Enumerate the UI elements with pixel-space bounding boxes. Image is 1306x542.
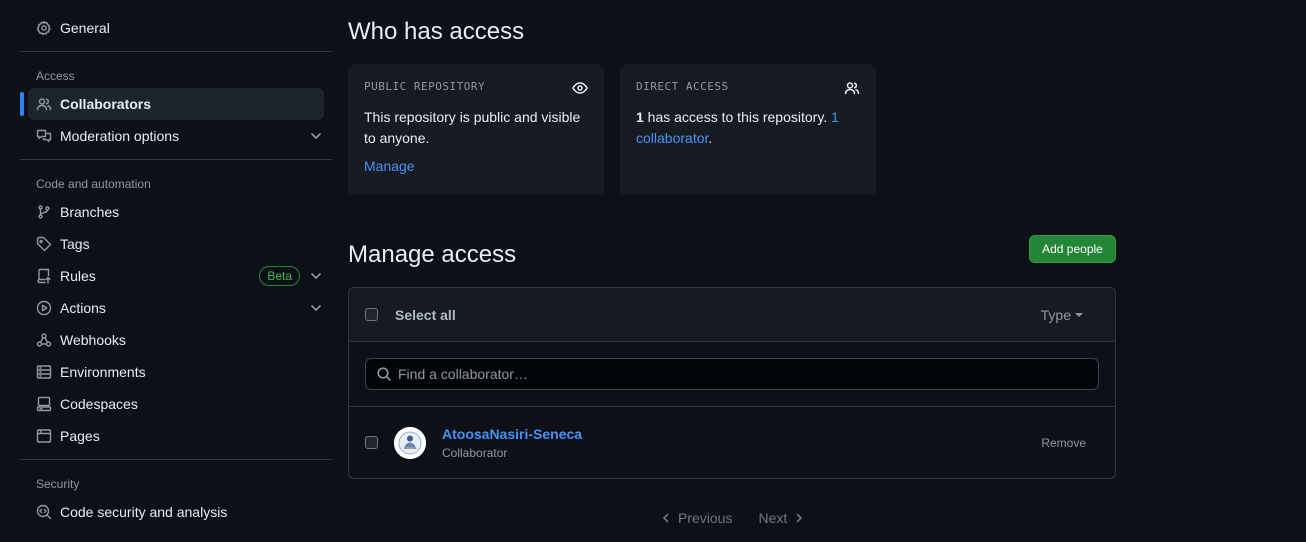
git-branch-icon [36, 204, 52, 220]
sidebar-item-collaborators[interactable]: Collaborators [20, 88, 324, 120]
sidebar-item-webhooks[interactable]: Webhooks [20, 324, 332, 356]
find-collaborator-input[interactable] [398, 366, 1088, 382]
comment-discussion-icon [36, 128, 52, 144]
sidebar-item-label: Codespaces [60, 396, 138, 412]
sidebar-item-rules[interactable]: Rules Beta [20, 260, 332, 292]
collaborators-box: Select all Type AtoosaNasiri-Sene [348, 287, 1116, 479]
sidebar-item-general[interactable]: General [20, 12, 332, 44]
caret-down-icon [1075, 312, 1083, 317]
play-icon [36, 300, 52, 316]
add-people-button[interactable]: Add people [1029, 235, 1116, 263]
sidebar-divider [20, 51, 332, 52]
search-box [365, 358, 1099, 390]
next-label: Next [758, 510, 788, 526]
select-all-checkbox[interactable] [365, 308, 378, 321]
previous-label: Previous [678, 510, 733, 526]
webhook-icon [36, 332, 52, 348]
chevron-down-icon[interactable] [308, 268, 324, 284]
sidebar-heading-security: Security [36, 477, 80, 491]
people-icon [36, 96, 52, 112]
chevron-down-icon[interactable] [308, 128, 324, 144]
collaborator-row: AtoosaNasiri-Seneca Collaborator Remove [349, 407, 1115, 478]
settings-sidebar: General Access Collaborators Moderation … [20, 0, 332, 528]
collaborator-checkbox[interactable] [365, 436, 378, 449]
codescan-icon [36, 504, 52, 520]
select-all-label: Select all [395, 306, 456, 323]
server-icon [36, 364, 52, 380]
access-count: 1 [636, 109, 644, 125]
sidebar-item-label: Branches [60, 204, 120, 220]
remove-collaborator-button[interactable]: Remove [1041, 436, 1086, 450]
sidebar-item-label: General [60, 20, 110, 36]
next-page-button[interactable]: Next [758, 510, 805, 526]
search-icon [376, 366, 392, 382]
tag-icon [36, 236, 52, 252]
type-filter-dropdown[interactable]: Type [1041, 307, 1083, 323]
collaborator-role: Collaborator [442, 445, 508, 460]
chevron-right-icon [796, 513, 803, 523]
chevron-down-icon[interactable] [308, 300, 324, 316]
sidebar-item-pages[interactable]: Pages [20, 420, 332, 452]
type-filter-label: Type [1040, 306, 1071, 323]
sidebar-item-label: Code security and analysis [60, 504, 228, 520]
beta-badge: Beta [259, 266, 300, 286]
sidebar-item-label: Rules [60, 268, 96, 284]
sidebar-item-label: Collaborators [60, 96, 152, 112]
manage-link[interactable]: Manage [364, 158, 415, 174]
chevron-left-icon [663, 513, 669, 523]
sidebar-item-label: Tags [60, 236, 90, 252]
access-text: has access to this repository. [643, 109, 832, 125]
sidebar-item-actions[interactable]: Actions [20, 292, 332, 324]
previous-page-button[interactable]: Previous [660, 510, 732, 526]
sidebar-heading-access: Access [36, 69, 75, 83]
card-label: DIRECT ACCESS [636, 80, 729, 93]
sidebar-divider [20, 159, 332, 160]
sidebar-item-label: Pages [60, 428, 100, 444]
repo-push-icon [36, 268, 52, 284]
sidebar-item-label: Environments [60, 364, 146, 380]
sidebar-item-moderation[interactable]: Moderation options [20, 120, 332, 152]
manage-access-title: Manage access [348, 241, 517, 268]
card-text: This repository is public and visible to… [364, 109, 581, 146]
sidebar-item-branches[interactable]: Branches [20, 196, 332, 228]
sidebar-item-label: Webhooks [60, 332, 126, 348]
codespaces-icon [36, 396, 52, 412]
collaborator-info: AtoosaNasiri-Seneca Collaborator [442, 424, 582, 462]
sidebar-item-environments[interactable]: Environments [20, 356, 332, 388]
access-text-end: . [708, 130, 713, 146]
sidebar-item-code-security[interactable]: Code security and analysis [20, 496, 332, 528]
direct-access-card: DIRECT ACCESS 1 has access to this repos… [620, 64, 876, 195]
sidebar-item-tags[interactable]: Tags [20, 228, 332, 260]
people-icon [844, 80, 860, 96]
collaborators-box-header: Select all Type [349, 288, 1115, 342]
eye-icon [572, 80, 588, 96]
card-text: 1 has access to this repository. 1 colla… [636, 107, 851, 149]
sidebar-item-label: Actions [60, 300, 106, 316]
sidebar-item-label: Moderation options [60, 128, 180, 144]
collaborator-name-link[interactable]: AtoosaNasiri-Seneca [442, 424, 582, 444]
pagination: Previous Next [660, 510, 805, 526]
collaborator-search-section [349, 342, 1115, 407]
public-repository-card: PUBLIC REPOSITORY This repository is pub… [348, 64, 604, 195]
sidebar-divider [20, 459, 332, 460]
sidebar-item-codespaces[interactable]: Codespaces [20, 388, 332, 420]
sidebar-heading-code-automation: Code and automation [36, 177, 151, 191]
card-label: PUBLIC REPOSITORY [364, 80, 486, 93]
who-has-access-title: Who has access [348, 18, 525, 45]
gear-icon [36, 20, 52, 36]
browser-icon [36, 428, 52, 444]
avatar[interactable] [394, 426, 426, 459]
